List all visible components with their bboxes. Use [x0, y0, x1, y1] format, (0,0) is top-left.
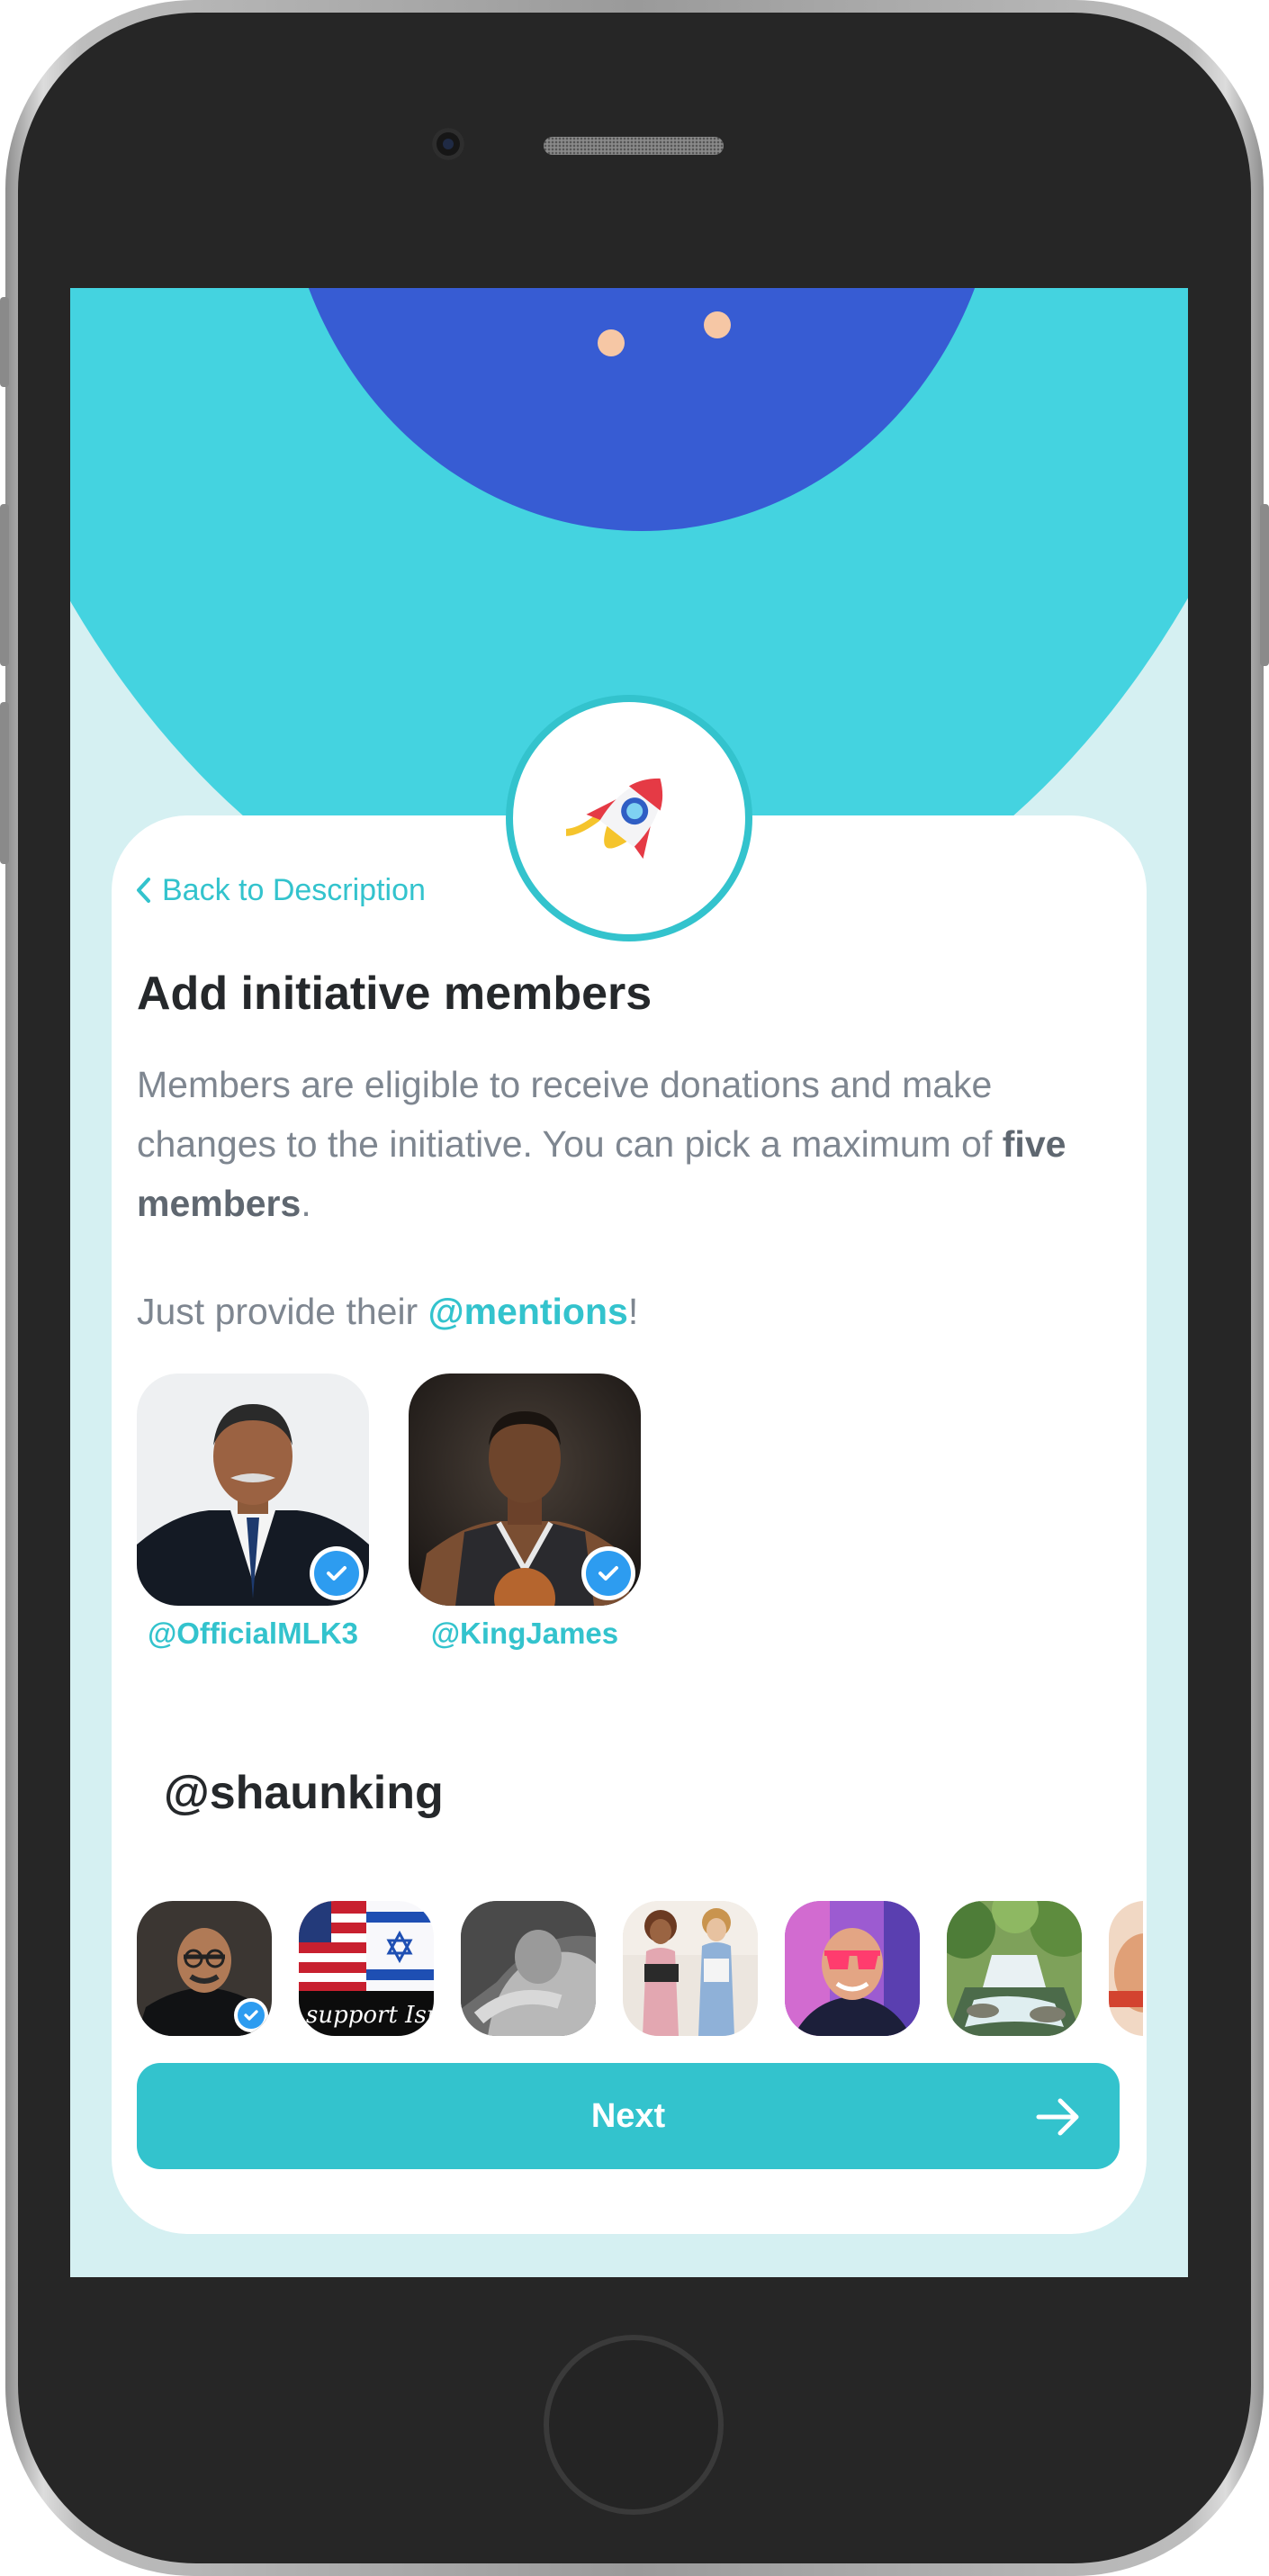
hint-mentions: @mentions [428, 1291, 628, 1332]
member-handle: @OfficialMLK3 [148, 1617, 358, 1650]
hint-suffix: ! [627, 1291, 639, 1332]
chevron-left-icon [137, 878, 150, 903]
checkmark-icon [314, 1551, 359, 1596]
result-photo [461, 1901, 596, 2036]
avatar [409, 1374, 641, 1606]
verified-badge [234, 1998, 268, 2032]
search-result-item[interactable] [947, 1901, 1082, 2036]
description-end: . [301, 1183, 311, 1224]
back-link-label: Back to Description [162, 872, 426, 907]
hero-dot-left [598, 329, 625, 356]
selected-member[interactable]: @KingJames [409, 1374, 641, 1651]
result-photo [947, 1901, 1082, 2036]
arrow-right-icon [1036, 2098, 1079, 2136]
back-to-description-link[interactable]: Back to Description [135, 869, 426, 911]
result-photo: support Isra [299, 1901, 434, 2036]
result-photo [1109, 1901, 1143, 2036]
page-title: Add initiative members [137, 968, 652, 1020]
verified-badge [310, 1546, 364, 1600]
description-body: Members are eligible to receive donation… [137, 1064, 993, 1165]
banner-text: support Isra [306, 2002, 434, 2029]
verified-badge [581, 1546, 635, 1600]
volume-down-button [0, 702, 9, 864]
hero-dot-right [704, 311, 731, 338]
front-camera [432, 128, 464, 160]
checkmark-icon [238, 2002, 265, 2029]
search-result-item[interactable] [623, 1901, 758, 2036]
rocket-logo [506, 695, 752, 941]
search-result-item[interactable] [461, 1901, 596, 2036]
mute-switch [0, 297, 9, 387]
result-photo [623, 1901, 758, 2036]
search-result-item[interactable] [1109, 1901, 1143, 2036]
rocket-icon [566, 778, 663, 860]
description-text: Members are eligible to receive donation… [137, 1055, 1118, 1233]
volume-up-button [0, 504, 9, 666]
next-button-label: Next [590, 2097, 666, 2135]
search-result-item[interactable]: support Isra [299, 1901, 434, 2036]
power-button [1260, 504, 1269, 666]
checkmark-icon [586, 1551, 631, 1596]
earpiece-speaker [544, 137, 724, 155]
search-result-item[interactable] [785, 1901, 920, 2036]
next-button[interactable]: Next [137, 2063, 1120, 2169]
search-results-row: support Isra [137, 1901, 1143, 2036]
result-photo [785, 1901, 920, 2036]
mentions-hint: Just provide their @mentions! [137, 1291, 638, 1333]
home-button[interactable] [544, 2335, 724, 2515]
hint-prefix: Just provide their [137, 1291, 428, 1332]
member-handle: @KingJames [430, 1617, 619, 1650]
selected-member[interactable]: @OfficialMLK3 [137, 1374, 369, 1651]
avatar [137, 1374, 369, 1606]
mention-search-input[interactable] [164, 1757, 1064, 1829]
search-result-item[interactable] [137, 1901, 272, 2036]
